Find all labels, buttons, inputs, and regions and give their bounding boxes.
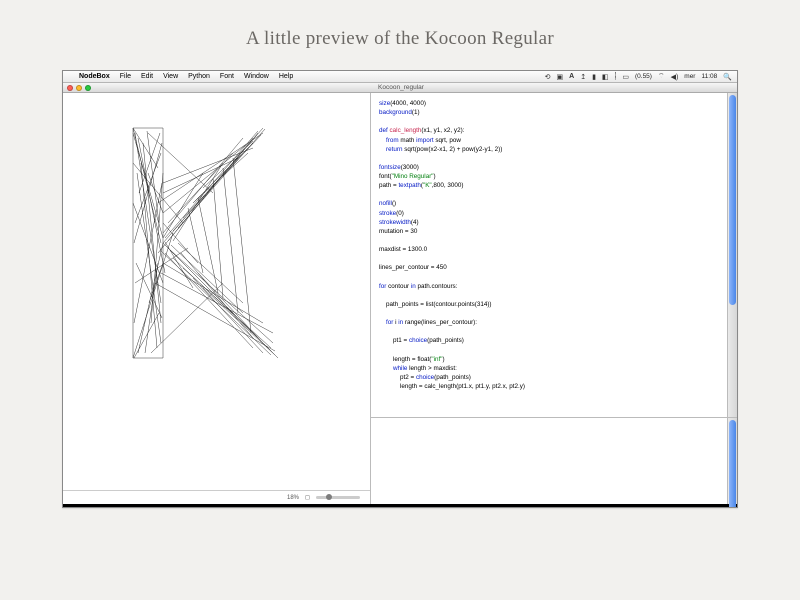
volume-icon[interactable]: ◀) [670, 73, 680, 81]
updater-icon[interactable]: ↥ [579, 73, 587, 81]
window-titlebar[interactable]: Kocoon_regular [63, 83, 737, 93]
battery-icon[interactable]: ▭ [621, 73, 630, 81]
mac-menubar: NodeBox File Edit View Python Font Windo… [63, 71, 737, 83]
code-editor-pane: size(4000, 4000) background(1) def calc_… [371, 93, 737, 418]
canvas-pane: 18% ◻ [63, 93, 371, 504]
clock-time: 11:08 [700, 73, 718, 80]
menubar-status-area: ⟲ ▣ A ↥ ▮ ◧ ⸽ ▭ (0.55) ⌔ ◀) mer 11:08 🔍 [544, 72, 733, 81]
code-scrollbar[interactable] [727, 93, 737, 417]
console-scrollbar[interactable] [727, 418, 737, 504]
code-editor[interactable]: size(4000, 4000) background(1) def calc_… [371, 93, 727, 417]
console-pane [371, 418, 737, 504]
canvas-footer: 18% ◻ [63, 490, 370, 504]
monitor-icon[interactable]: ▮ [591, 73, 597, 81]
divider-icon: ⸽ [614, 72, 618, 81]
canvas-viewport[interactable] [63, 93, 370, 490]
app-window: NodeBox File Edit View Python Font Windo… [62, 70, 738, 508]
menu-edit[interactable]: Edit [136, 73, 158, 80]
display-icon[interactable]: ◧ [601, 73, 610, 81]
menu-help[interactable]: Help [274, 73, 298, 80]
window-footer-strip [63, 504, 737, 507]
menu-font[interactable]: Font [215, 73, 239, 80]
console-output[interactable] [371, 418, 727, 504]
menubar-app-name[interactable]: NodeBox [74, 73, 115, 80]
menu-python[interactable]: Python [183, 73, 215, 80]
dropbox-icon[interactable]: ▣ [556, 73, 565, 81]
zoom-value: 18% [287, 495, 299, 501]
window-title: Kocoon_regular [95, 84, 737, 91]
menu-file[interactable]: File [115, 73, 136, 80]
right-pane: size(4000, 4000) background(1) def calc_… [371, 93, 737, 504]
zoom-button[interactable] [85, 85, 91, 91]
zoom-slider[interactable] [316, 496, 360, 499]
close-button[interactable] [67, 85, 73, 91]
minimize-button[interactable] [76, 85, 82, 91]
canvas-artwork-K [103, 123, 303, 363]
traffic-lights [63, 85, 95, 91]
adobe-icon[interactable]: A [568, 73, 575, 80]
sync-icon[interactable]: ⟲ [544, 73, 552, 81]
page-title: A little preview of the Kocoon Regular [0, 0, 800, 70]
workspace: 18% ◻ size(4000, 4000) background(1) def… [63, 93, 737, 504]
battery-text: (0.55) [634, 73, 653, 80]
menu-window[interactable]: Window [239, 73, 274, 80]
spotlight-icon[interactable]: 🔍 [722, 73, 733, 81]
wifi-icon[interactable]: ⌔ [657, 72, 666, 81]
frame-indicator-icon[interactable]: ◻ [305, 494, 310, 501]
menu-view[interactable]: View [158, 73, 183, 80]
clock-day: mer [683, 73, 696, 80]
